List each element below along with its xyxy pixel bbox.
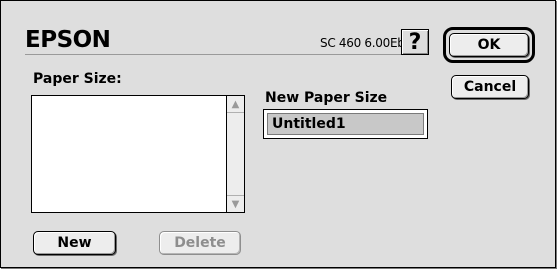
paper-size-scrollbar[interactable]: ▲ ▼ [226, 96, 244, 212]
help-icon: ? [408, 29, 422, 55]
delete-button[interactable]: Delete [159, 231, 241, 255]
scroll-down-icon[interactable]: ▼ [227, 195, 244, 212]
cancel-button[interactable]: Cancel [451, 75, 529, 99]
help-button[interactable]: ? [401, 29, 429, 55]
new-button[interactable]: New [33, 231, 116, 255]
new-paper-size-field[interactable]: Untitled1 [263, 109, 428, 139]
header-divider [25, 54, 408, 55]
ok-button[interactable]: OK [449, 33, 529, 57]
new-paper-size-input[interactable]: Untitled1 [267, 113, 424, 135]
epson-logo: EPSON [25, 27, 111, 53]
new-paper-size-label: New Paper Size [265, 90, 388, 106]
paper-size-list-items[interactable] [32, 96, 227, 212]
paper-size-list[interactable]: ▲ ▼ [31, 95, 245, 213]
driver-version: SC 460 6.00Eb [320, 36, 405, 50]
scroll-up-icon[interactable]: ▲ [227, 96, 244, 113]
epson-paper-size-dialog: EPSON SC 460 6.00Eb ? OK Cancel Paper Si… [0, 0, 556, 268]
paper-size-label: Paper Size: [33, 71, 122, 87]
